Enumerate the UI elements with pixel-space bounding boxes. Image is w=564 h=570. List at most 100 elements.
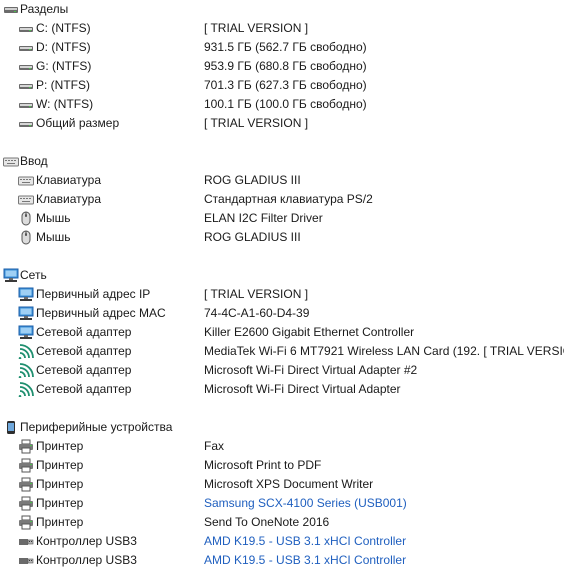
item-label: Сетевой адаптер [36, 325, 132, 339]
drive-icon [19, 84, 33, 89]
item-label: Общий размер [36, 116, 120, 130]
item-value: Fax [204, 439, 225, 453]
item-value: Стандартная клавиатура PS/2 [204, 192, 373, 206]
item-label: Сетевой адаптер [36, 382, 132, 396]
list-item[interactable]: Общий размер [ TRIAL VERSION ] [0, 114, 564, 133]
printer-icon [19, 439, 33, 454]
wifi-icon [18, 363, 34, 378]
drive-icon [19, 103, 33, 108]
list-item[interactable]: D: (NTFS) 931.5 ГБ (562.7 ГБ свободно) [0, 38, 564, 57]
section-title: Разделы [20, 2, 69, 16]
drive-icon [19, 46, 33, 51]
keyboard-icon [3, 157, 19, 167]
list-item[interactable]: P: (NTFS) 701.3 ГБ (627.3 ГБ свободно) [0, 76, 564, 95]
item-label: Принтер [36, 458, 84, 472]
item-label: Принтер [36, 515, 84, 529]
list-item[interactable]: Сетевой адаптер Microsoft Wi-Fi Direct Vi… [0, 380, 564, 399]
section-title: Сеть [20, 268, 47, 282]
list-item[interactable]: Принтер Microsoft Print to PDF [0, 456, 564, 475]
item-value: Killer E2600 Gigabit Ethernet Controller [204, 325, 415, 339]
item-label: W: (NTFS) [36, 97, 94, 111]
item-value: Send To OneNote 2016 [204, 515, 330, 529]
item-label: Принтер [36, 477, 84, 491]
printer-icon [19, 496, 33, 511]
item-value-link[interactable]: AMD K19.5 - USB 3.1 xHCI Controller [204, 534, 564, 549]
network-icon [18, 306, 34, 320]
list-item[interactable]: Первичный адрес MAC 74-4C-A1-60-D4-39 [0, 304, 564, 323]
item-value: 74-4C-A1-60-D4-39 [204, 306, 310, 320]
phone-icon [7, 421, 15, 434]
item-label: Первичный адрес IP [36, 287, 151, 301]
item-label: Контроллер USB3 [36, 553, 137, 567]
item-value: MediaTek Wi-Fi 6 MT7921 Wireless LAN Car… [204, 344, 564, 358]
item-label: G: (NTFS) [36, 59, 92, 73]
item-label: Сетевой адаптер [36, 363, 132, 377]
mouse-icon [21, 211, 31, 226]
list-item[interactable]: Контроллер USB3 AMD K19.5 - USB 3.1 xHCI … [0, 532, 564, 551]
item-value: [ TRIAL VERSION ] [204, 116, 309, 130]
usb-icon [19, 558, 34, 564]
list-item[interactable]: Сетевой адаптер Microsoft Wi-Fi Direct Vi… [0, 361, 564, 380]
item-value-link[interactable]: AMD K19.5 - USB 3.1 xHCI Controller [204, 553, 564, 568]
wifi-icon [18, 344, 34, 359]
list-item[interactable]: W: (NTFS) 100.1 ГБ (100.0 ГБ свободно) [0, 95, 564, 114]
wifi-icon [18, 382, 34, 397]
usb-icon [19, 539, 34, 545]
network-icon [3, 268, 19, 282]
list-item[interactable]: G: (NTFS) 953.9 ГБ (680.8 ГБ свободно) [0, 57, 564, 76]
section-header[interactable]: Периферийные устройства [0, 418, 564, 437]
list-item[interactable]: Сетевой адаптер MediaTek Wi-Fi 6 MT7921 W… [0, 342, 564, 361]
printer-icon [19, 458, 33, 473]
item-value-link[interactable]: Samsung SCX-4100 Series (USB001) [204, 496, 564, 511]
item-label: P: (NTFS) [36, 78, 90, 92]
list-item[interactable]: Принтер Fax [0, 437, 564, 456]
list-item[interactable]: Мышь ROG GLADIUS III [0, 228, 564, 247]
list-item[interactable]: Контроллер USB3 AMD K19.5 - USB 3.1 xHCI … [0, 551, 564, 570]
drive-icon [19, 27, 33, 32]
item-value: Microsoft XPS Document Writer [204, 477, 374, 491]
item-value: ROG GLADIUS III [204, 230, 301, 244]
item-label: Мышь [36, 211, 71, 225]
item-label: Сетевой адаптер [36, 344, 132, 358]
section-title: Ввод [20, 154, 48, 168]
list-item[interactable]: Клавиатура Стандартная клавиатура PS/2 [0, 190, 564, 209]
list-item[interactable]: C: (NTFS) [ TRIAL VERSION ] [0, 19, 564, 38]
printer-icon [19, 477, 33, 492]
item-value: ROG GLADIUS III [204, 173, 301, 187]
item-label: Мышь [36, 230, 71, 244]
item-label: Контроллер USB3 [36, 534, 137, 548]
section-header[interactable]: Разделы [0, 0, 564, 19]
list-item[interactable]: Мышь ELAN I2C Filter Driver [0, 209, 564, 228]
item-value: Microsoft Wi-Fi Direct Virtual Adapter [204, 382, 401, 396]
section-title: Периферийные устройства [20, 420, 173, 434]
keyboard-icon [18, 195, 34, 205]
item-value: [ TRIAL VERSION ] [204, 21, 309, 35]
drives-icon [4, 7, 18, 13]
item-label: D: (NTFS) [36, 40, 91, 54]
list-item[interactable]: Принтер Microsoft XPS Document Writer [0, 475, 564, 494]
drive-icon [19, 122, 33, 127]
item-label: C: (NTFS) [36, 21, 91, 35]
mouse-icon [21, 230, 31, 245]
item-label: Принтер [36, 439, 84, 453]
list-item[interactable]: Сетевой адаптер Killer E2600 Gigabit Ethe… [0, 323, 564, 342]
printer-icon [19, 515, 33, 530]
network-icon [18, 287, 34, 301]
item-value: 953.9 ГБ (680.8 ГБ свободно) [204, 59, 367, 73]
drive-icon [19, 65, 33, 70]
section-header[interactable]: Ввод [0, 152, 564, 171]
list-item[interactable]: Клавиатура ROG GLADIUS III [0, 171, 564, 190]
item-value: Microsoft Wi-Fi Direct Virtual Adapter #… [204, 363, 418, 377]
section-header[interactable]: Сеть [0, 266, 564, 285]
item-value: 100.1 ГБ (100.0 ГБ свободно) [204, 97, 367, 111]
item-value: ELAN I2C Filter Driver [204, 211, 323, 225]
item-value: 931.5 ГБ (562.7 ГБ свободно) [204, 40, 367, 54]
list-item[interactable]: Принтер Send To OneNote 2016 [0, 513, 564, 532]
list-item[interactable]: Принтер Samsung SCX-4100 Series (USB001) [0, 494, 564, 513]
list-item[interactable]: Первичный адрес IP [ TRIAL VERSION ] [0, 285, 564, 304]
keyboard-icon [18, 176, 34, 186]
item-label: Клавиатура [36, 173, 101, 187]
item-label: Принтер [36, 496, 84, 510]
item-value: 701.3 ГБ (627.3 ГБ свободно) [204, 78, 367, 92]
item-value: Microsoft Print to PDF [204, 458, 322, 472]
